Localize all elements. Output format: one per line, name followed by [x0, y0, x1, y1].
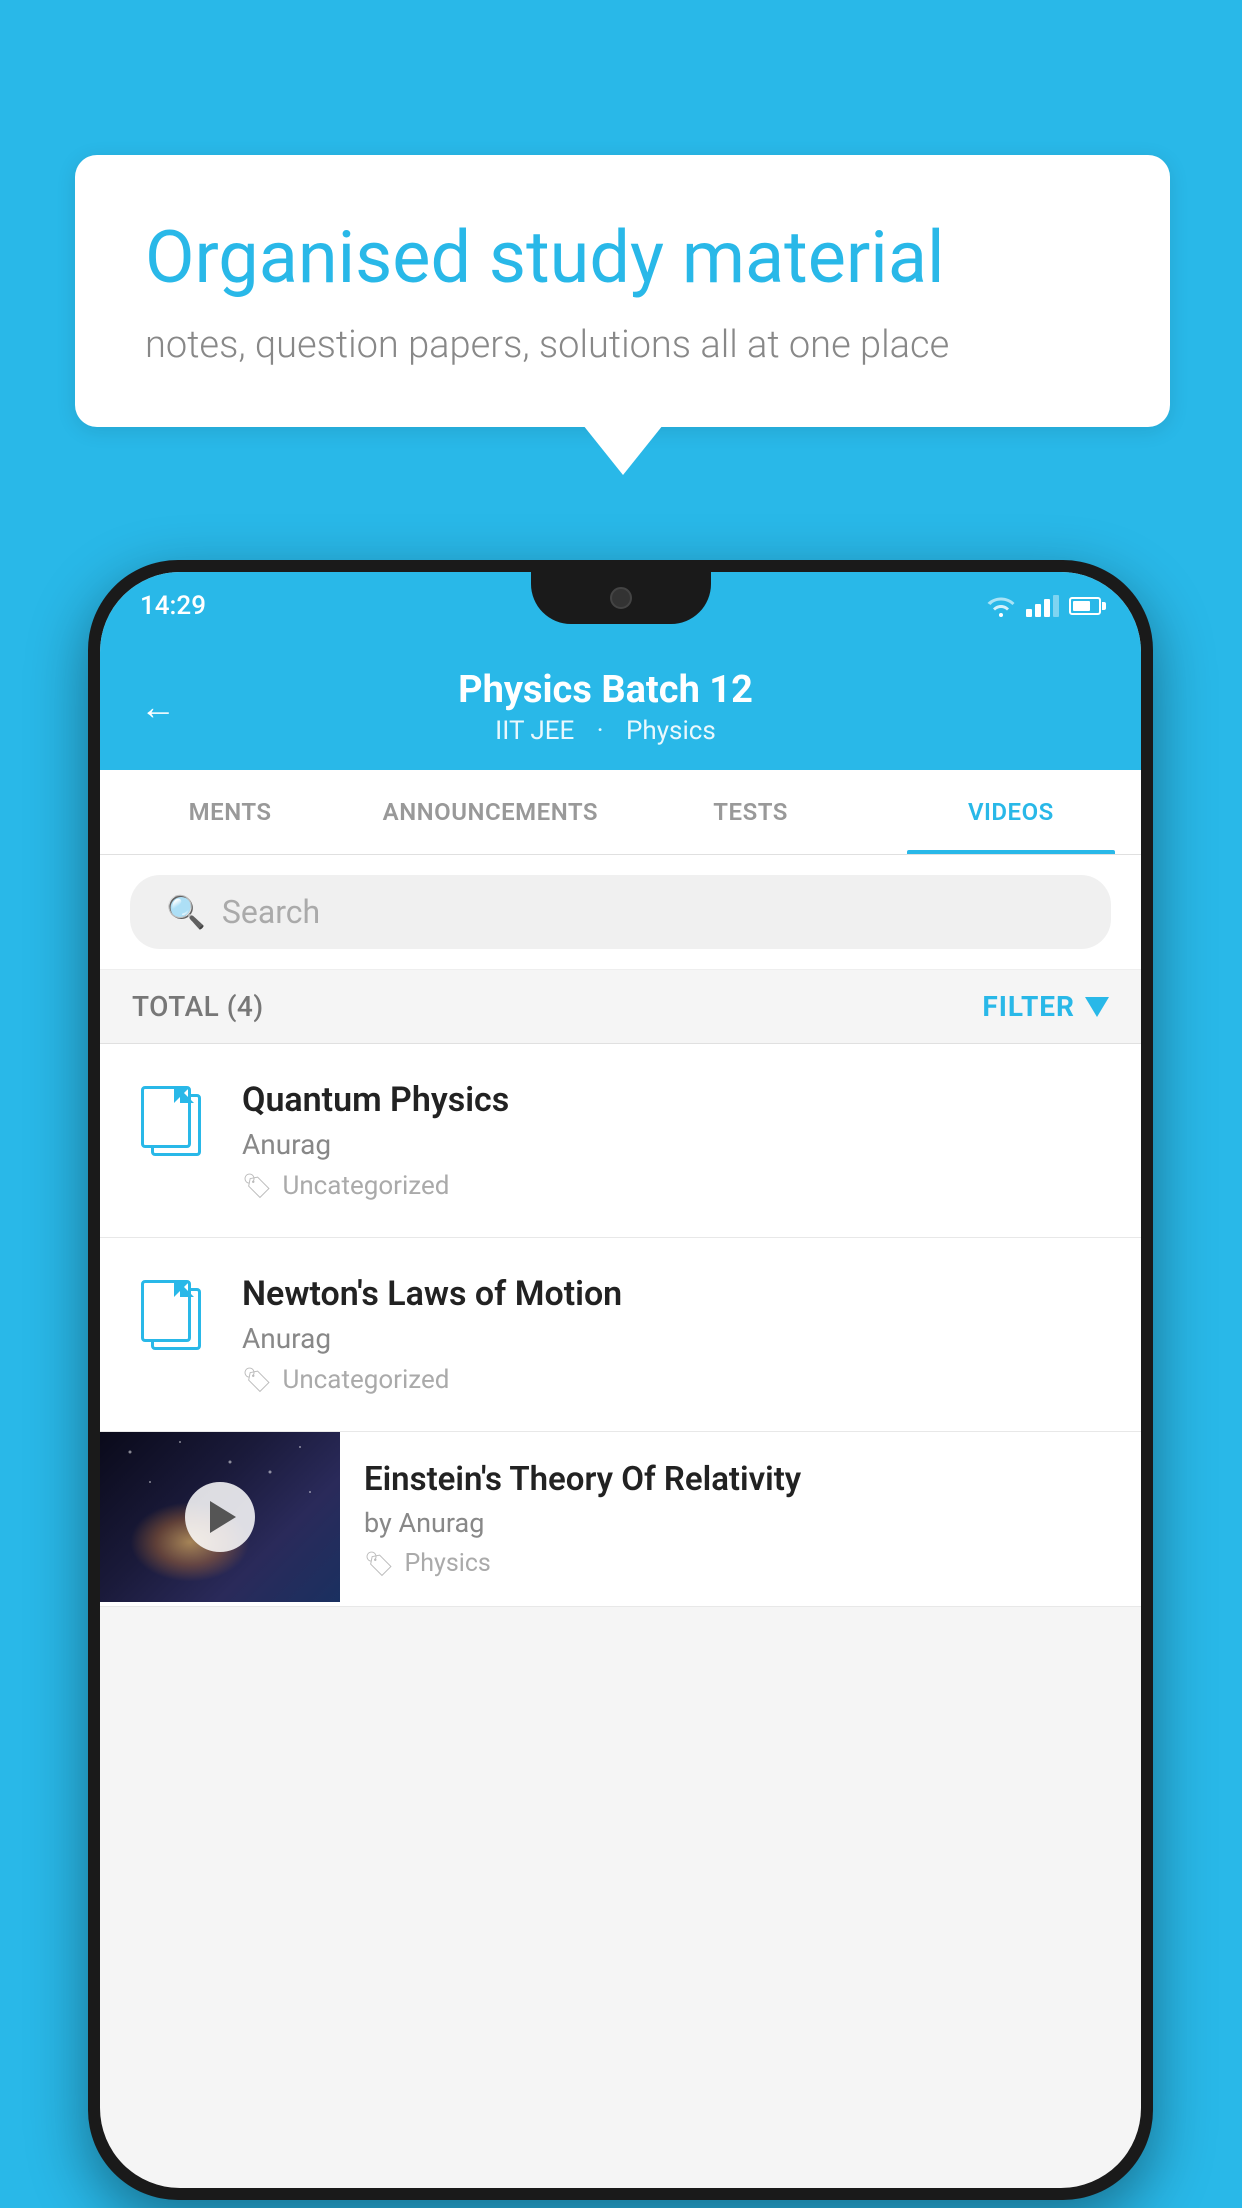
tab-ments[interactable]: MENTS	[100, 770, 360, 854]
play-icon	[210, 1501, 236, 1533]
subtitle-separator: ·	[597, 716, 604, 746]
app-header: ← Physics Batch 12 IIT JEE · Physics	[100, 640, 1141, 770]
list-item[interactable]: Einstein's Theory Of Relativity by Anura…	[100, 1432, 1141, 1607]
wifi-icon	[986, 595, 1016, 617]
batch-title: Physics Batch 12	[206, 668, 1005, 712]
filter-button[interactable]: FILTER	[982, 990, 1109, 1023]
item-tag: 🏷 Physics	[364, 1549, 1117, 1578]
search-container: 🔍 Search	[100, 855, 1141, 970]
thumbnail-image	[100, 1432, 340, 1602]
item-content: Quantum Physics Anurag 🏷 Uncategorized	[242, 1080, 1109, 1201]
status-bar: 14:29	[100, 572, 1141, 640]
list-item[interactable]: Newton's Laws of Motion Anurag 🏷 Uncateg…	[100, 1238, 1141, 1432]
video-list: Quantum Physics Anurag 🏷 Uncategorized	[100, 1044, 1141, 1607]
speech-bubble-subtext: notes, question papers, solutions all at…	[145, 323, 1100, 367]
item-title: Quantum Physics	[242, 1080, 1109, 1120]
item-author: Anurag	[242, 1128, 1109, 1161]
filter-icon	[1085, 997, 1109, 1017]
tab-videos[interactable]: VIDEOS	[881, 770, 1141, 854]
item-tag: 🏷 Uncategorized	[242, 1171, 1109, 1201]
search-box[interactable]: 🔍 Search	[130, 875, 1111, 949]
subtitle-physics: Physics	[626, 716, 716, 746]
back-button[interactable]: ←	[140, 686, 176, 728]
phone-screen: 14:29	[100, 572, 1141, 2188]
item-author: by Anurag	[364, 1507, 1117, 1539]
status-icons	[986, 595, 1101, 617]
tabs-bar: MENTS ANNOUNCEMENTS TESTS VIDEOS	[100, 770, 1141, 855]
speech-bubble-heading: Organised study material	[145, 215, 1100, 301]
file-icon	[141, 1280, 203, 1352]
item-title: Einstein's Theory Of Relativity	[364, 1460, 1117, 1499]
item-tag: 🏷 Uncategorized	[242, 1365, 1109, 1395]
tag-icon: 🏷	[364, 1550, 394, 1578]
tab-announcements[interactable]: ANNOUNCEMENTS	[360, 770, 620, 854]
tag-icon: 🏷	[242, 1366, 272, 1394]
file-icon-wrapper	[132, 1274, 212, 1352]
batch-subtitle: IIT JEE · Physics	[206, 716, 1005, 746]
list-item[interactable]: Quantum Physics Anurag 🏷 Uncategorized	[100, 1044, 1141, 1238]
subtitle-iitjee: IIT JEE	[495, 716, 574, 746]
file-icon-wrapper	[132, 1080, 212, 1158]
search-input[interactable]: Search	[222, 893, 320, 931]
tag-icon: 🏷	[242, 1172, 272, 1200]
battery-icon	[1069, 597, 1101, 615]
signal-icon	[1026, 595, 1059, 617]
speech-bubble-wrapper: Organised study material notes, question…	[75, 155, 1170, 427]
header-title-block: Physics Batch 12 IIT JEE · Physics	[206, 668, 1005, 746]
status-time: 14:29	[140, 591, 206, 621]
tag-label: Uncategorized	[282, 1365, 449, 1395]
tag-label: Uncategorized	[282, 1171, 449, 1201]
tag-label: Physics	[404, 1549, 490, 1578]
total-count: TOTAL (4)	[132, 990, 264, 1023]
camera-dot	[610, 587, 632, 609]
item-title: Newton's Laws of Motion	[242, 1274, 1109, 1314]
notch	[531, 572, 711, 624]
speech-bubble: Organised study material notes, question…	[75, 155, 1170, 427]
filter-label: FILTER	[982, 990, 1075, 1023]
file-icon	[141, 1086, 203, 1158]
item-content: Newton's Laws of Motion Anurag 🏷 Uncateg…	[242, 1274, 1109, 1395]
filter-bar: TOTAL (4) FILTER	[100, 970, 1141, 1044]
item-content: Einstein's Theory Of Relativity by Anura…	[340, 1432, 1141, 1606]
phone-device: 14:29	[88, 560, 1153, 2200]
item-author: Anurag	[242, 1322, 1109, 1355]
play-button[interactable]	[185, 1482, 255, 1552]
tab-tests[interactable]: TESTS	[621, 770, 881, 854]
search-icon: 🔍	[166, 893, 206, 931]
